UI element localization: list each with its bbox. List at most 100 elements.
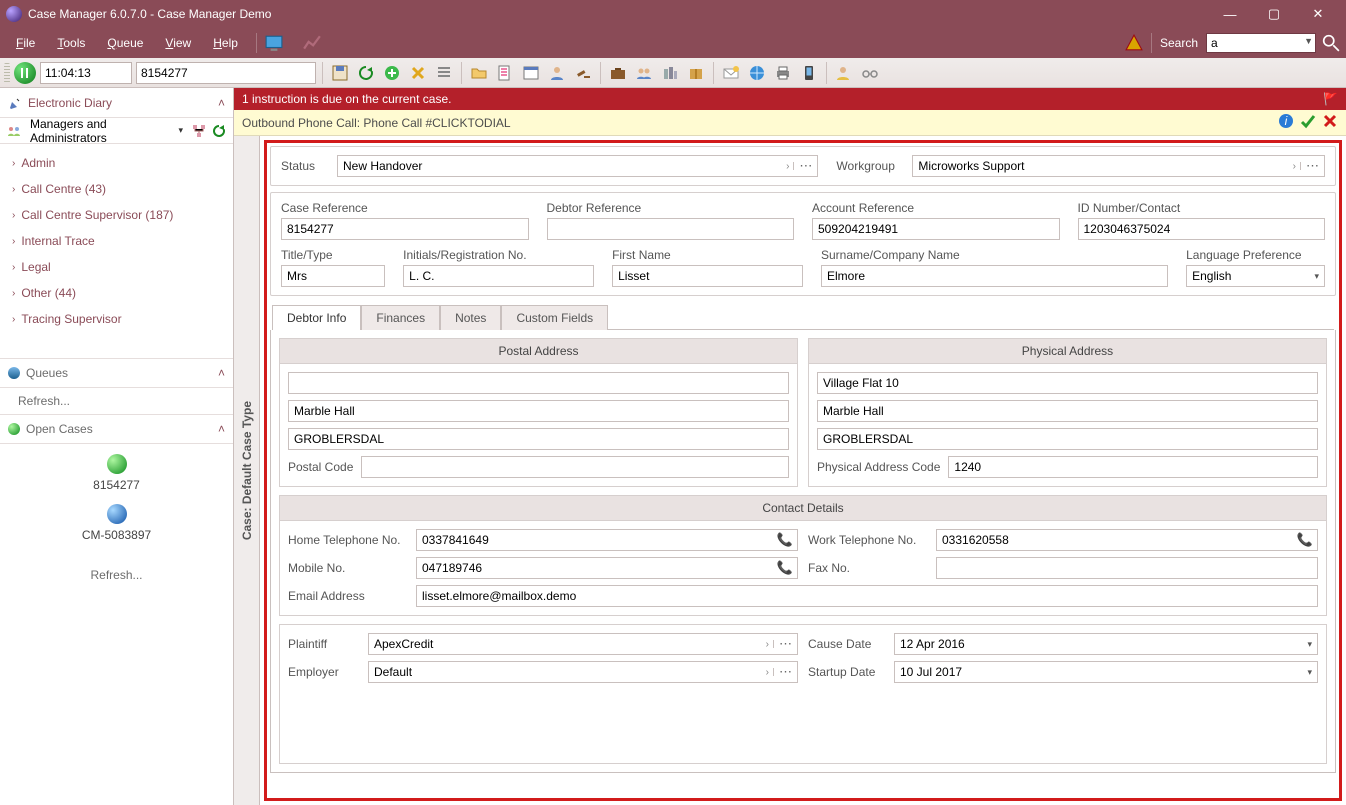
initials-input[interactable] bbox=[403, 265, 594, 287]
startup-label: Startup Date bbox=[808, 665, 888, 679]
group-icon[interactable] bbox=[633, 62, 655, 84]
cause-date-input[interactable]: 12 Apr 2016▾ bbox=[894, 633, 1318, 655]
flag-icon[interactable]: 🚩 bbox=[1323, 92, 1338, 106]
tree-node[interactable]: ›Tracing Supervisor bbox=[0, 306, 233, 332]
alert-icon[interactable] bbox=[1125, 34, 1143, 52]
idnum-input[interactable] bbox=[1078, 218, 1326, 240]
queues-refresh-link[interactable]: Refresh... bbox=[0, 388, 233, 414]
tree-node[interactable]: ›Admin bbox=[0, 150, 233, 176]
status-select[interactable]: New Handover ›⋯ bbox=[337, 155, 818, 177]
search-input[interactable] bbox=[1206, 33, 1316, 53]
briefcase-icon[interactable] bbox=[607, 62, 629, 84]
refresh-screen-icon[interactable] bbox=[265, 34, 283, 52]
calendar-icon[interactable] bbox=[520, 62, 542, 84]
case-status-icon bbox=[107, 504, 127, 524]
queues-title: Queues bbox=[26, 366, 68, 380]
case-id-field[interactable] bbox=[136, 62, 316, 84]
open-case-item[interactable]: 8154277 bbox=[93, 478, 140, 492]
postal-code-input[interactable] bbox=[361, 456, 789, 478]
menu-view[interactable]: View bbox=[155, 32, 201, 54]
plaintiff-select[interactable]: ApexCredit›⋯ bbox=[368, 633, 798, 655]
user-check-icon[interactable] bbox=[833, 62, 855, 84]
email-input[interactable] bbox=[416, 585, 1318, 607]
phone-icon[interactable]: 📞 bbox=[777, 532, 793, 548]
globe-icon[interactable] bbox=[746, 62, 768, 84]
postal-line1[interactable] bbox=[288, 372, 789, 394]
time-field[interactable] bbox=[40, 62, 132, 84]
tree-node[interactable]: ›Call Centre (43) bbox=[0, 176, 233, 202]
first-input[interactable] bbox=[612, 265, 803, 287]
accept-button[interactable] bbox=[1300, 113, 1316, 132]
diary-header[interactable]: Electronic Diary ˄ bbox=[0, 88, 233, 118]
open-case-item[interactable]: CM-5083897 bbox=[82, 528, 151, 542]
tree-node[interactable]: ›Internal Trace bbox=[0, 228, 233, 254]
group-combo[interactable]: Managers and Administrators ▾ bbox=[26, 121, 187, 141]
save-icon[interactable] bbox=[329, 62, 351, 84]
add-icon[interactable] bbox=[381, 62, 403, 84]
gavel-icon[interactable] bbox=[572, 62, 594, 84]
workgroup-label: Workgroup bbox=[836, 159, 904, 173]
menu-file[interactable]: File bbox=[6, 32, 45, 54]
print-icon[interactable] bbox=[772, 62, 794, 84]
physical-line1[interactable] bbox=[817, 372, 1318, 394]
minimize-button[interactable]: — bbox=[1208, 0, 1252, 28]
workgroup-select[interactable]: Microworks Support ›⋯ bbox=[912, 155, 1325, 177]
postal-line2[interactable] bbox=[288, 400, 789, 422]
chevron-up-icon: ˄ bbox=[218, 366, 225, 380]
debtor-ref-input[interactable] bbox=[547, 218, 795, 240]
open-cases-header[interactable]: Open Cases ˄ bbox=[0, 414, 233, 444]
case-ref-input[interactable] bbox=[281, 218, 529, 240]
mobile-input[interactable] bbox=[416, 557, 798, 579]
acct-ref-input[interactable] bbox=[812, 218, 1060, 240]
tree-node[interactable]: ›Legal bbox=[0, 254, 233, 280]
home-phone-input[interactable] bbox=[416, 529, 798, 551]
postal-line3[interactable] bbox=[288, 428, 789, 450]
detail-tabs: Debtor Info Finances Notes Custom Fields bbox=[272, 304, 1334, 330]
physical-line3[interactable] bbox=[817, 428, 1318, 450]
search-button[interactable] bbox=[1322, 34, 1340, 52]
person-icon[interactable] bbox=[546, 62, 568, 84]
open-cases-refresh-link[interactable]: Refresh... bbox=[90, 568, 142, 582]
delete-icon[interactable] bbox=[407, 62, 429, 84]
folder-icon[interactable] bbox=[468, 62, 490, 84]
refresh-small-icon[interactable] bbox=[211, 123, 227, 139]
tree-node[interactable]: ›Other (44) bbox=[0, 280, 233, 306]
list-icon[interactable] bbox=[433, 62, 455, 84]
buildings-icon[interactable] bbox=[659, 62, 681, 84]
startup-date-input[interactable]: 10 Jul 2017▾ bbox=[894, 661, 1318, 683]
doc-lines-icon[interactable] bbox=[494, 62, 516, 84]
queues-header[interactable]: Queues ˄ bbox=[0, 358, 233, 388]
fax-input[interactable] bbox=[936, 557, 1318, 579]
refresh-icon[interactable] bbox=[355, 62, 377, 84]
lang-select[interactable]: English▾ bbox=[1186, 265, 1325, 287]
pause-button[interactable] bbox=[14, 62, 36, 84]
info-button[interactable]: i bbox=[1278, 113, 1294, 132]
employer-select[interactable]: Default›⋯ bbox=[368, 661, 798, 683]
dismiss-button[interactable] bbox=[1322, 113, 1338, 132]
title-input[interactable] bbox=[281, 265, 385, 287]
chart-icon[interactable] bbox=[303, 34, 321, 52]
phone-icon[interactable]: 📞 bbox=[1297, 532, 1313, 548]
mail-new-icon[interactable] bbox=[720, 62, 742, 84]
menu-tools[interactable]: Tools bbox=[47, 32, 95, 54]
tab-finances[interactable]: Finances bbox=[361, 305, 440, 330]
menu-help[interactable]: Help bbox=[203, 32, 248, 54]
physical-line2[interactable] bbox=[817, 400, 1318, 422]
tab-notes[interactable]: Notes bbox=[440, 305, 501, 330]
tree-icon[interactable] bbox=[191, 123, 207, 139]
surname-input[interactable] bbox=[821, 265, 1168, 287]
tab-custom-fields[interactable]: Custom Fields bbox=[501, 305, 608, 330]
case-meta-panel: PlaintiffApexCredit›⋯ Cause Date12 Apr 2… bbox=[279, 624, 1327, 764]
glasses-icon[interactable] bbox=[859, 62, 881, 84]
phone-icon[interactable]: 📞 bbox=[777, 560, 793, 576]
package-icon[interactable] bbox=[685, 62, 707, 84]
maximize-button[interactable]: ▢ bbox=[1252, 0, 1296, 28]
vertical-tab[interactable]: Case: Default Case Type bbox=[234, 136, 260, 805]
menu-queue[interactable]: Queue bbox=[97, 32, 153, 54]
work-phone-input[interactable] bbox=[936, 529, 1318, 551]
phone-icon[interactable] bbox=[798, 62, 820, 84]
tree-node[interactable]: ›Call Centre Supervisor (187) bbox=[0, 202, 233, 228]
tab-debtor-info[interactable]: Debtor Info bbox=[272, 305, 361, 330]
close-button[interactable]: ✕ bbox=[1296, 0, 1340, 28]
physical-code-input[interactable] bbox=[948, 456, 1318, 478]
